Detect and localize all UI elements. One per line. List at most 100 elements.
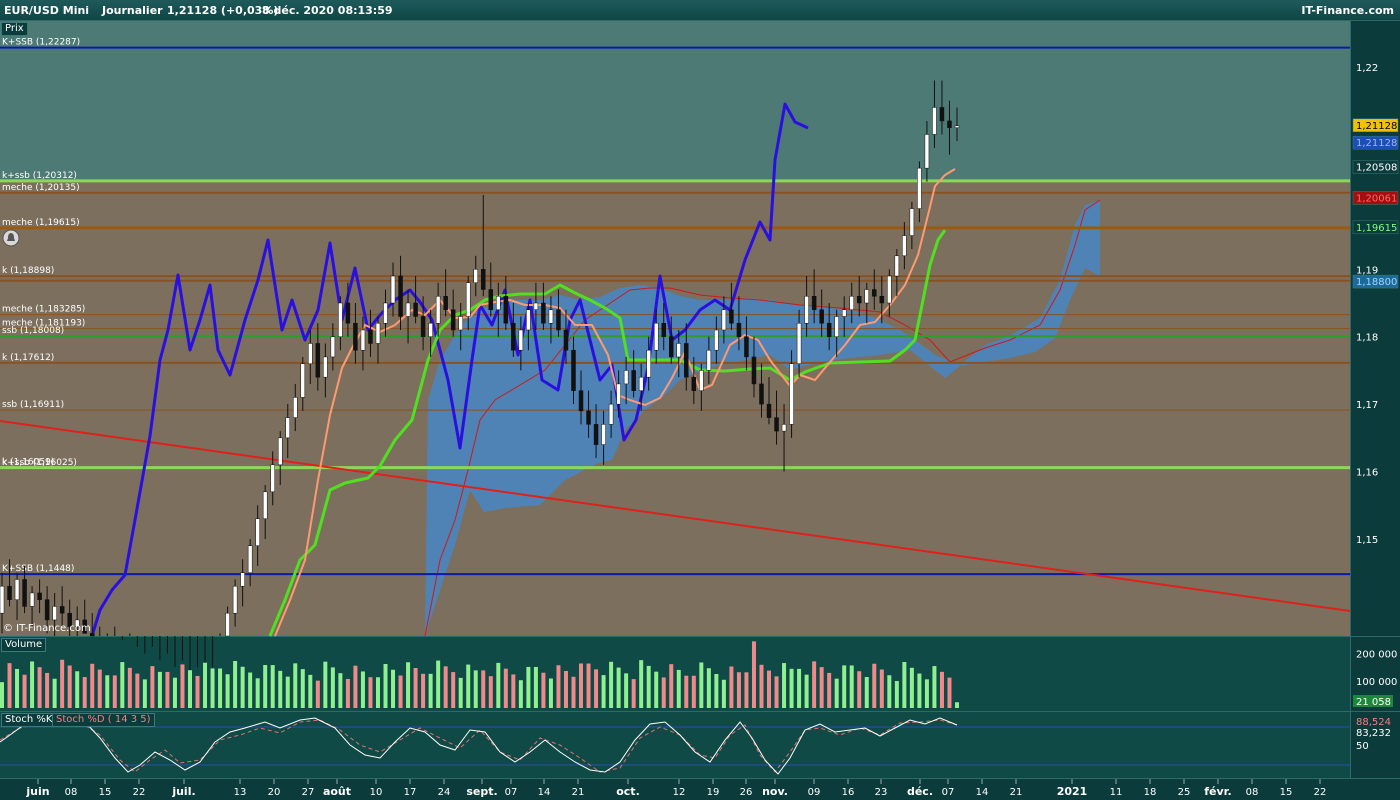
volume-bar[interactable] bbox=[563, 671, 568, 708]
candle-body[interactable] bbox=[676, 343, 682, 358]
volume-bar[interactable] bbox=[669, 664, 674, 708]
candle-body[interactable] bbox=[759, 383, 764, 405]
candle-body[interactable] bbox=[872, 289, 877, 297]
chart-canvas[interactable]: K+SSB (1,22287) k+ssb (1,20312) meche (1,2… bbox=[0, 0, 1400, 800]
volume-bar[interactable] bbox=[150, 666, 155, 708]
volume-bar[interactable] bbox=[759, 664, 764, 708]
volume-bar[interactable] bbox=[533, 666, 538, 708]
candle-body[interactable] bbox=[405, 302, 411, 317]
candle-body[interactable] bbox=[894, 255, 900, 277]
volume-bar[interactable] bbox=[180, 664, 185, 708]
volume-bar[interactable] bbox=[744, 672, 749, 708]
candle-body[interactable] bbox=[59, 606, 65, 614]
candle-body[interactable] bbox=[804, 296, 809, 324]
volume-bar[interactable] bbox=[955, 702, 959, 708]
candle-body[interactable] bbox=[714, 329, 719, 351]
volume-bar[interactable] bbox=[323, 661, 328, 708]
candle-body[interactable] bbox=[939, 107, 945, 122]
volume-bar[interactable] bbox=[782, 663, 787, 708]
volume-bar[interactable] bbox=[413, 668, 418, 708]
volume-bar[interactable] bbox=[142, 679, 147, 708]
candle-body[interactable] bbox=[473, 269, 478, 284]
volume-bar[interactable] bbox=[187, 670, 192, 708]
candle-body[interactable] bbox=[247, 545, 253, 573]
volume-bar[interactable] bbox=[518, 680, 523, 708]
volume-bar[interactable] bbox=[330, 667, 335, 708]
candle-body[interactable] bbox=[954, 125, 960, 128]
candle-body[interactable] bbox=[541, 302, 546, 324]
volume-bar[interactable] bbox=[864, 676, 869, 708]
volume-bar[interactable] bbox=[616, 667, 621, 708]
candle-body[interactable] bbox=[774, 417, 779, 432]
volume-bar[interactable] bbox=[827, 672, 832, 708]
candle-body[interactable] bbox=[623, 370, 629, 385]
volume-bar[interactable] bbox=[45, 672, 50, 708]
candle-body[interactable] bbox=[887, 275, 892, 304]
candle-body[interactable] bbox=[601, 424, 606, 445]
candle-body[interactable] bbox=[255, 518, 260, 546]
volume-bar[interactable] bbox=[263, 665, 268, 708]
volume-bar[interactable] bbox=[308, 674, 313, 708]
candle-body[interactable] bbox=[917, 167, 922, 209]
candle-body[interactable] bbox=[631, 370, 636, 391]
candle-body[interactable] bbox=[323, 356, 328, 378]
volume-bar[interactable] bbox=[496, 662, 501, 708]
volume-bar[interactable] bbox=[466, 664, 471, 708]
volume-bar[interactable] bbox=[751, 641, 756, 708]
volume-bar[interactable] bbox=[210, 668, 215, 708]
volume-bar[interactable] bbox=[939, 671, 944, 708]
volume-bar[interactable] bbox=[511, 674, 516, 708]
volume-bar[interactable] bbox=[571, 676, 576, 708]
candle-body[interactable] bbox=[465, 282, 471, 317]
volume-bar[interactable] bbox=[75, 671, 80, 708]
candle-body[interactable] bbox=[706, 349, 712, 371]
volume-bar[interactable] bbox=[458, 677, 463, 708]
volume-bar[interactable] bbox=[406, 662, 411, 708]
volume-bar[interactable] bbox=[804, 674, 809, 708]
candle-body[interactable] bbox=[345, 302, 351, 324]
volume-bar[interactable] bbox=[767, 670, 772, 708]
candle-body[interactable] bbox=[729, 309, 734, 324]
volume-bar[interactable] bbox=[398, 675, 403, 708]
candle-body[interactable] bbox=[811, 296, 817, 310]
volume-bar[interactable] bbox=[691, 675, 696, 708]
volume-bar[interactable] bbox=[203, 662, 208, 708]
volume-bar[interactable] bbox=[67, 665, 72, 708]
candle-body[interactable] bbox=[947, 120, 952, 128]
volume-bar[interactable] bbox=[165, 671, 170, 708]
volume-bar[interactable] bbox=[105, 675, 110, 708]
volume-bar[interactable] bbox=[82, 677, 87, 708]
candle-body[interactable] bbox=[571, 349, 576, 391]
volume-bar[interactable] bbox=[909, 667, 914, 708]
candle-body[interactable] bbox=[7, 585, 12, 600]
volume-bar[interactable] bbox=[684, 675, 689, 708]
volume-bar[interactable] bbox=[7, 663, 12, 708]
volume-bar[interactable] bbox=[797, 668, 802, 708]
candle-body[interactable] bbox=[826, 322, 832, 337]
volume-bar[interactable] bbox=[526, 666, 531, 708]
volume-bar[interactable] bbox=[857, 671, 862, 708]
candle-body[interactable] bbox=[14, 579, 20, 600]
candle-body[interactable] bbox=[443, 296, 448, 310]
candle-body[interactable] bbox=[902, 235, 907, 257]
candle-body[interactable] bbox=[586, 410, 591, 425]
candle-body[interactable] bbox=[338, 302, 343, 337]
volume-bar[interactable] bbox=[594, 669, 599, 708]
candle-body[interactable] bbox=[864, 289, 870, 304]
candle-body[interactable] bbox=[37, 592, 42, 600]
volume-bar[interactable] bbox=[15, 668, 20, 708]
candle-body[interactable] bbox=[458, 316, 463, 331]
candle-body[interactable] bbox=[0, 585, 5, 614]
volume-bar[interactable] bbox=[345, 678, 350, 708]
volume-bar[interactable] bbox=[375, 677, 380, 708]
volume-bar[interactable] bbox=[736, 672, 741, 708]
candle-body[interactable] bbox=[270, 464, 275, 493]
volume-bar[interactable] bbox=[157, 671, 162, 708]
candle-body[interactable] bbox=[375, 322, 381, 344]
volume-bar[interactable] bbox=[443, 666, 448, 708]
candle-body[interactable] bbox=[924, 134, 930, 169]
volume-bar[interactable] bbox=[285, 676, 290, 708]
candle-body[interactable] bbox=[879, 296, 885, 304]
candle-body[interactable] bbox=[428, 322, 433, 337]
volume-bar[interactable] bbox=[30, 661, 35, 708]
